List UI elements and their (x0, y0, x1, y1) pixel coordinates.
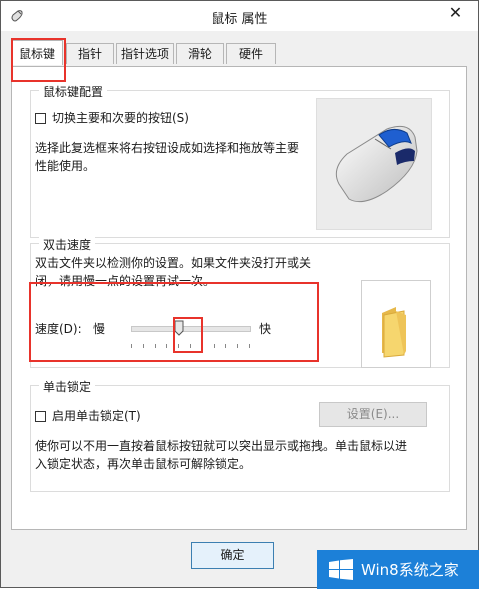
switch-buttons-label: 切换主要和次要的按钮(S) (52, 111, 189, 125)
tab-hardware[interactable]: 硬件 (226, 43, 276, 64)
click-lock-description-2: 入锁定状态，再次单击鼠标可解除锁定。 (35, 457, 252, 471)
click-lock-settings-button[interactable]: 设置(E)... (319, 402, 427, 427)
mouse-properties-dialog: 鼠标 属性 ✕ 鼠标键 指针 指针选项 滑轮 硬件 鼠标键配置 切换主要和次要的… (0, 0, 479, 589)
test-folder-area[interactable] (361, 280, 431, 368)
double-click-title: 双击速度 (39, 236, 96, 253)
mouse-image-icon (335, 125, 418, 203)
button-config-description-1: 选择此复选框来将右按钮设成如选择和拖放等主要 (35, 141, 300, 155)
tab-highlight-box (11, 38, 66, 82)
button-config-group: 鼠标键配置 切换主要和次要的按钮(S) 选择此复选框来将右按钮设成如选择和拖放等… (30, 83, 450, 238)
click-lock-description-1: 使你可以不用一直按着鼠标按钮就可以突出显示或拖拽。单击鼠标以进 (35, 439, 408, 453)
folder-icon (382, 307, 406, 358)
click-lock-label: 启用单击锁定(T) (52, 409, 141, 423)
click-lock-group: 单击锁定 启用单击锁定(T) 设置(E)... 使你可以不用一直按着鼠标按钮就可… (30, 378, 450, 492)
title-bar: 鼠标 属性 ✕ (1, 1, 478, 31)
mouse-preview (316, 98, 432, 230)
click-lock-title: 单击锁定 (39, 378, 96, 395)
double-click-description-1: 双击文件夹以检测你的设置。如果文件夹没打开或关 (35, 256, 312, 270)
tab-pointer-options[interactable]: 指针选项 (116, 43, 174, 64)
click-lock-checkbox[interactable] (35, 411, 46, 422)
tab-pointers[interactable]: 指针 (66, 43, 114, 64)
window-title: 鼠标 属性 (211, 12, 268, 27)
watermark: Win8系统之家 (317, 550, 479, 589)
thumb-highlight-box (173, 317, 203, 353)
close-icon[interactable]: ✕ (433, 1, 478, 25)
button-config-description-2: 性能使用。 (35, 159, 96, 173)
ok-button[interactable]: 确定 (191, 542, 274, 569)
windows-logo-icon (329, 559, 353, 580)
switch-buttons-checkbox[interactable] (35, 113, 46, 124)
watermark-text: Win8系统之家 (361, 561, 459, 579)
button-config-title: 鼠标键配置 (39, 83, 108, 100)
tab-wheel[interactable]: 滑轮 (176, 43, 224, 64)
